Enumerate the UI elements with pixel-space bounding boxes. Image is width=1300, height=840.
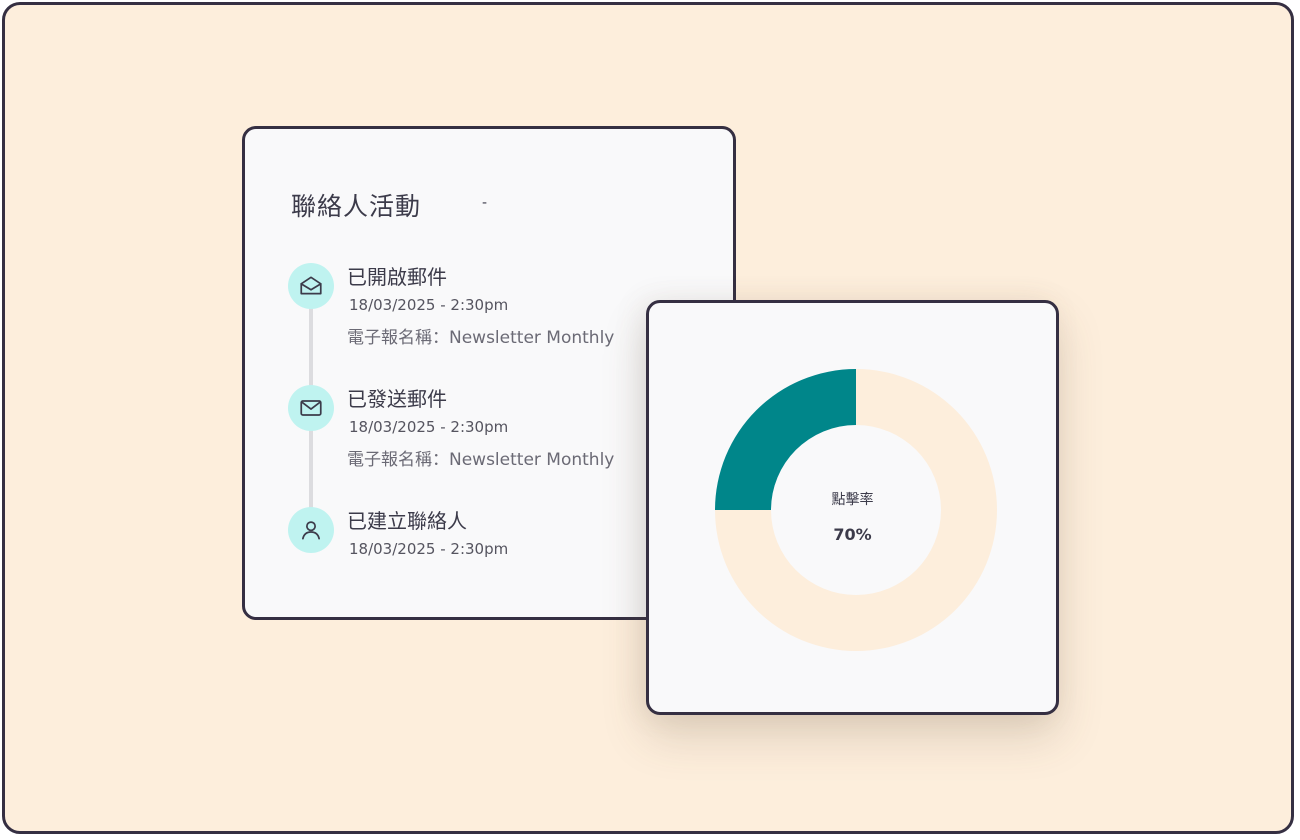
activity-title: 已建立聯絡人: [347, 509, 467, 533]
mail-icon: [288, 385, 334, 431]
activity-time: 18/03/2025 - 2:30pm: [349, 296, 509, 314]
click-rate-card: 點擊率 70%: [646, 300, 1059, 715]
mail-open-icon: [288, 263, 334, 309]
donut-chart: [715, 369, 997, 651]
activity-title: 已發送郵件: [347, 387, 447, 411]
donut-center-value: 70%: [833, 525, 872, 544]
activity-time: 18/03/2025 - 2:30pm: [349, 418, 509, 436]
donut-center-label: 點擊率: [831, 492, 874, 508]
activity-title: 已開啟郵件: [347, 265, 447, 289]
activity-time: 18/03/2025 - 2:30pm: [349, 540, 509, 558]
activity-detail: 電子報名稱：Newsletter Monthly: [347, 328, 615, 348]
title-suffix: -: [482, 195, 488, 211]
user-icon: [288, 507, 334, 553]
card-title: 聯絡人活動: [291, 192, 422, 221]
activity-detail: 電子報名稱：Newsletter Monthly: [347, 450, 615, 470]
